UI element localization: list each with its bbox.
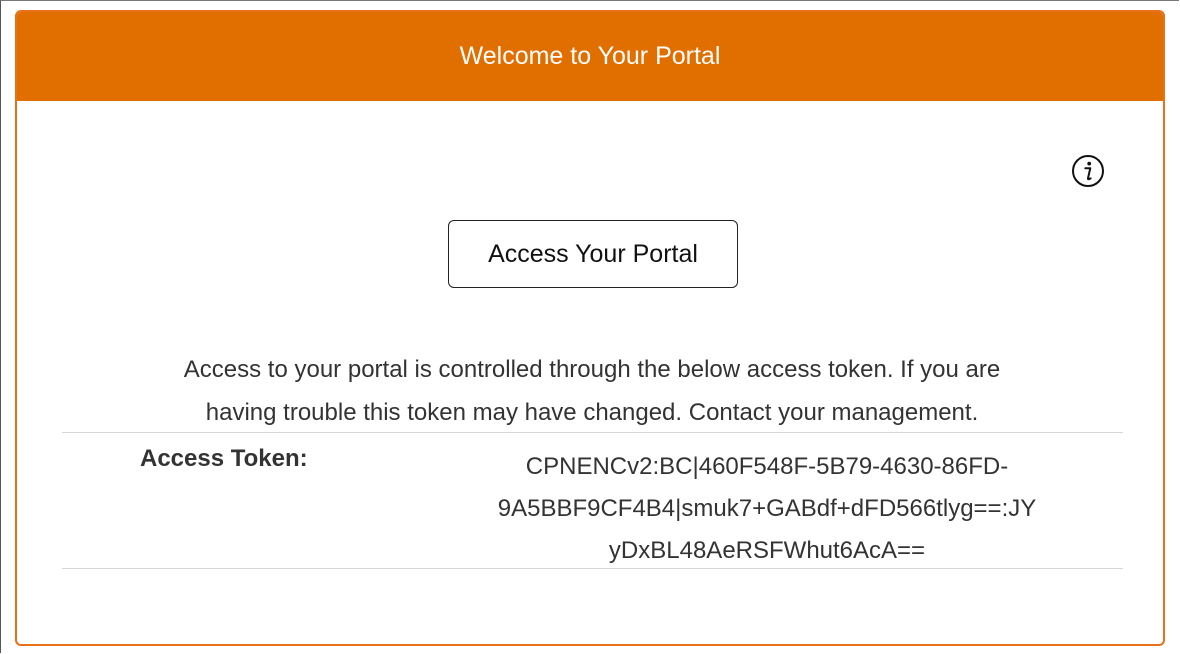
portal-card: Welcome to Your Portal Access Your Porta…	[15, 10, 1165, 646]
token-line-2: 9A5BBF9CF4B4|smuk7+GABdf+dFD566tlyg==:JY	[497, 495, 1037, 522]
access-token-table: Access Token: CPNENCv2:BC|460F548F-5B79-…	[62, 432, 1123, 569]
info-icon[interactable]	[1071, 154, 1105, 188]
access-description: Access to your portal is controlled thro…	[77, 348, 1107, 434]
description-line-1: Access to your portal is controlled thro…	[183, 356, 1001, 383]
access-portal-button[interactable]: Access Your Portal	[448, 220, 738, 288]
card-header: Welcome to Your Portal	[17, 12, 1163, 101]
description-line-2: having trouble this token may have chang…	[205, 399, 979, 426]
access-token-value: CPNENCv2:BC|460F548F-5B79-4630-86FD- 9A5…	[442, 446, 1092, 572]
page-title: Welcome to Your Portal	[459, 42, 721, 70]
access-token-label: Access Token:	[140, 445, 308, 472]
token-line-3: yDxBL48AeRSFWhut6AcA==	[608, 537, 926, 564]
token-line-1: CPNENCv2:BC|460F548F-5B79-4630-86FD-	[525, 453, 1009, 480]
